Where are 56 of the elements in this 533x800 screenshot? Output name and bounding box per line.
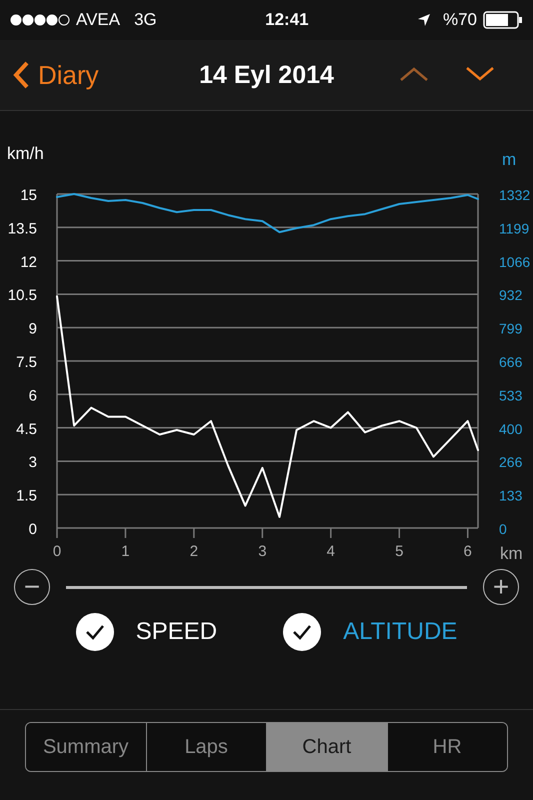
checkbox[interactable] — [283, 613, 322, 651]
tick-label: 0 — [28, 521, 37, 538]
tick-label: 15 — [20, 187, 37, 204]
chevron-down-icon — [465, 66, 495, 82]
tick-label: 932 — [499, 287, 522, 304]
tick-label: 6 — [28, 387, 37, 404]
tab[interactable]: Laps — [146, 723, 266, 771]
chevron-up-icon — [399, 66, 429, 82]
tick-label: 3 — [28, 454, 37, 472]
network-type: 3G — [134, 10, 157, 30]
zoom-in-button[interactable]: + — [483, 569, 519, 605]
chevron-left-icon — [12, 60, 30, 90]
tick-label: 133 — [499, 488, 522, 504]
tab[interactable]: Summary — [26, 723, 146, 771]
tick-label: 533 — [499, 387, 522, 404]
tick-label: 2 — [190, 543, 198, 560]
tick-label: 4 — [326, 543, 335, 560]
tick-label: 4.5 — [16, 420, 37, 438]
tick-label: 9 — [28, 320, 37, 338]
carrier-name: AVEA — [76, 10, 120, 30]
tick-label: 10.5 — [8, 287, 37, 304]
tick-label: 666 — [499, 354, 522, 370]
tick-label: 12 — [20, 254, 37, 271]
checkmark-icon — [84, 624, 105, 640]
tab[interactable]: Chart — [266, 723, 386, 771]
tick-label: 1 — [121, 543, 130, 560]
tick-label: 1332 — [499, 187, 530, 203]
tick-label: 0 — [52, 543, 62, 560]
legend-label: SPEED — [136, 618, 218, 646]
back-button[interactable]: Diary — [0, 60, 99, 90]
tick-label: 0 — [499, 521, 507, 537]
tick-label: 5 — [395, 543, 404, 560]
screen-title: 14 Eyl 2014 — [199, 60, 334, 90]
clock-time: 12:41 — [265, 10, 309, 30]
tick-label: 266 — [499, 454, 522, 470]
axis-label: km/h — [7, 144, 44, 163]
tick-label: 1199 — [499, 220, 530, 236]
battery-icon — [483, 11, 524, 29]
checkmark-icon — [292, 624, 312, 640]
legend-label: ALTITUDE — [343, 618, 458, 646]
tick-label: 3 — [258, 543, 267, 560]
tab[interactable]: HR — [386, 723, 507, 771]
tick-label: 1066 — [499, 254, 530, 270]
tick-label: 6 — [464, 543, 472, 560]
tick-label: 13.5 — [8, 220, 37, 238]
battery-percent: %70 — [442, 10, 478, 30]
signal-icon — [10, 14, 70, 26]
axis-label: km — [500, 544, 523, 563]
checkbox[interactable] — [76, 613, 114, 651]
tick-label: 400 — [499, 420, 522, 437]
location-arrow-icon — [416, 13, 431, 27]
tick-label: 1.5 — [16, 488, 37, 505]
tick-label: 799 — [499, 320, 522, 337]
zoom-out-button[interactable]: − — [14, 569, 50, 605]
tick-label: 7.5 — [16, 354, 37, 371]
axis-label: m — [502, 150, 516, 169]
